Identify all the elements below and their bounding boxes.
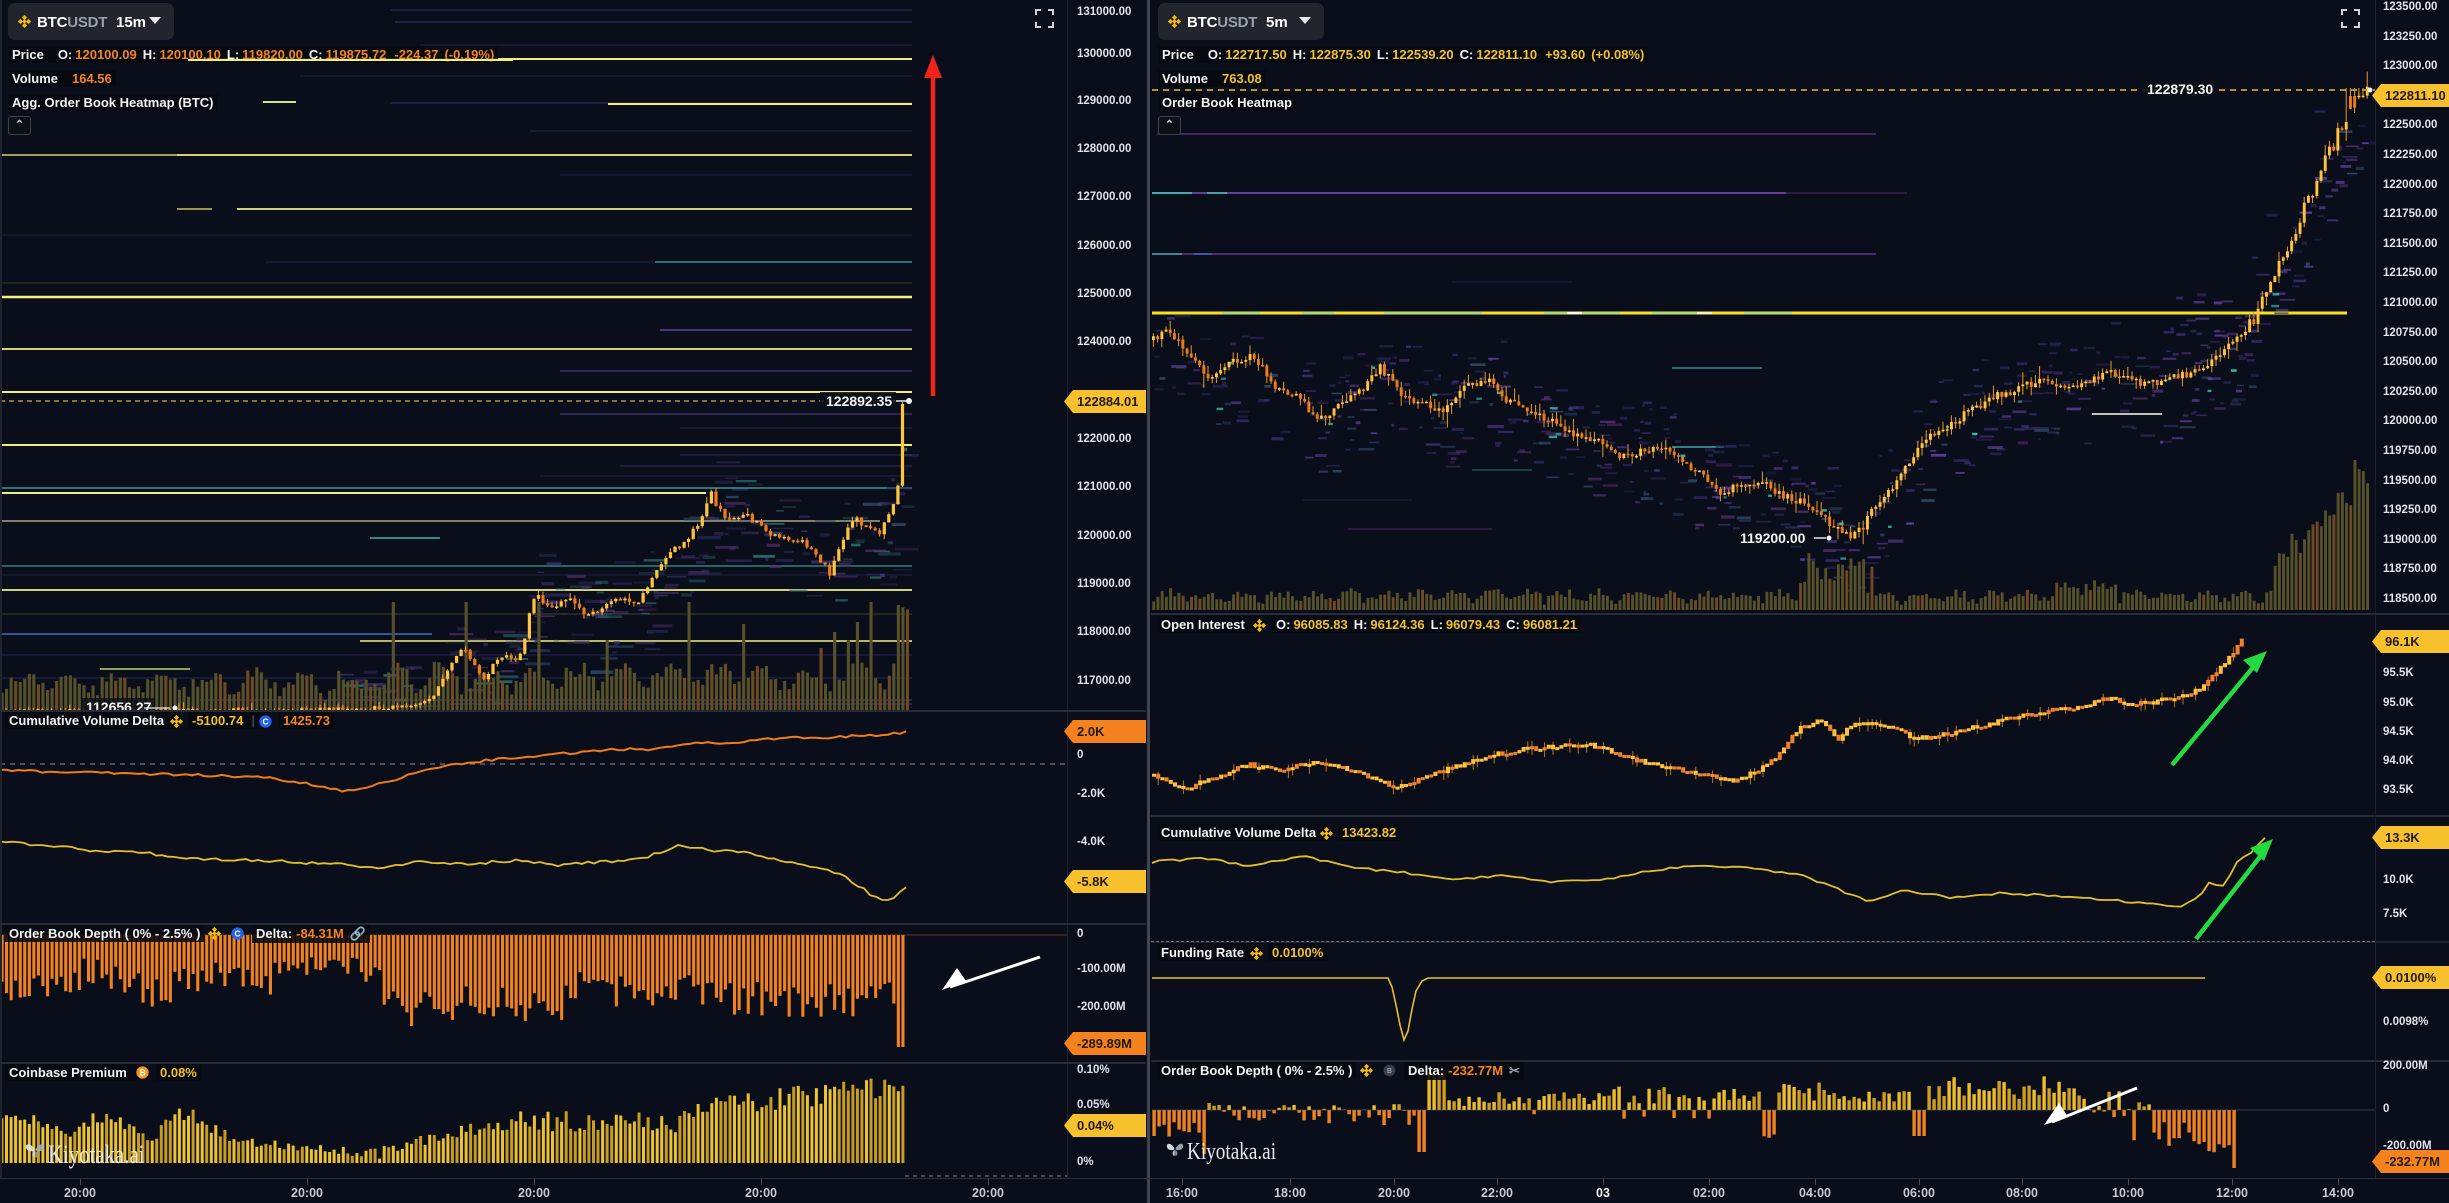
svg-text:C: C — [262, 716, 268, 726]
svg-text:122879.30: 122879.30 — [2147, 81, 2213, 97]
svg-text:122892.35: 122892.35 — [826, 393, 892, 409]
svg-text:C: C — [234, 928, 240, 938]
svg-text:B: B — [1387, 1067, 1392, 1075]
svg-text:₿: ₿ — [139, 1067, 146, 1077]
svg-text:119200.00: 119200.00 — [1740, 530, 1806, 546]
